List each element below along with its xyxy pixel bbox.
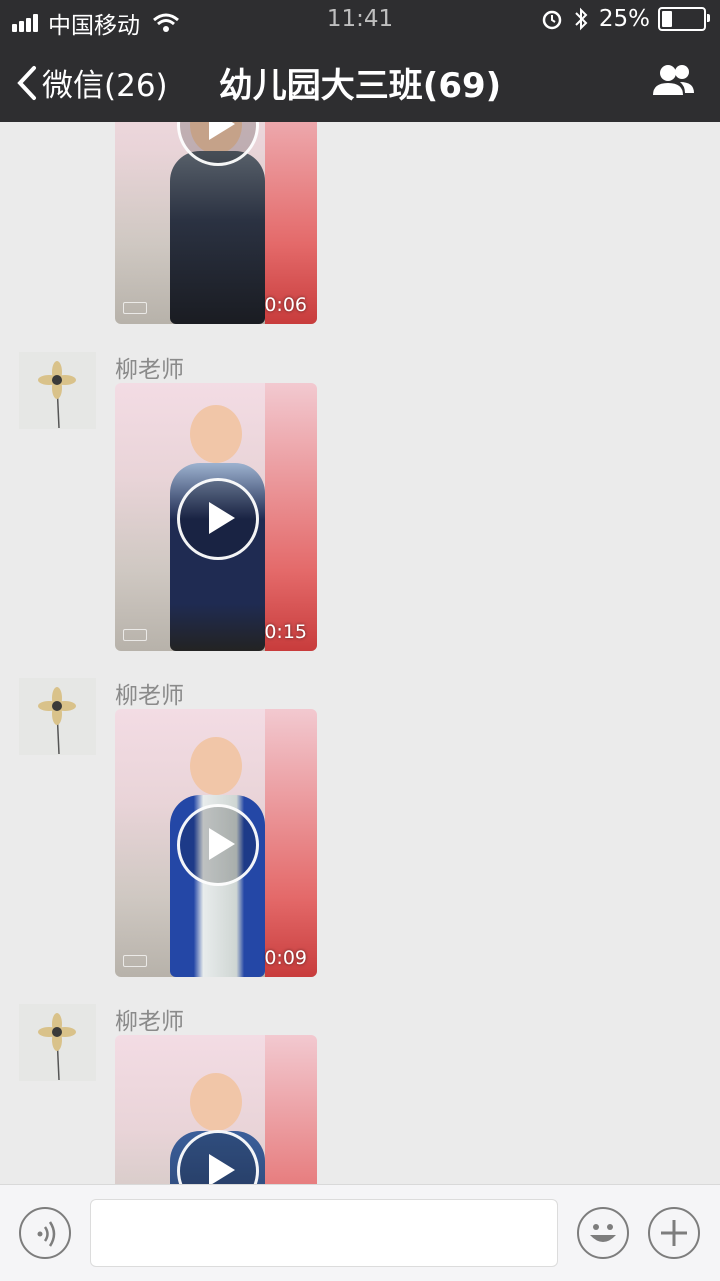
alarm-icon [542, 10, 562, 30]
nav-bar: 微信(26) 幼儿园大三班(69) [0, 40, 720, 122]
top-bar: 中国移动 11:41 25% 微信(26) 幼儿园大三班(69) [0, 0, 720, 122]
emoji-icon [590, 1224, 616, 1242]
video-icon [123, 302, 147, 314]
video-shelf [265, 383, 317, 651]
chat-area[interactable]: 0:06 柳老师 0:15 柳老师 0:09 柳老师 [0, 122, 720, 1184]
battery-icon [658, 7, 710, 31]
video-shelf [265, 1035, 317, 1184]
video-duration: 0:06 [264, 294, 307, 316]
video-message[interactable]: 0:09 [115, 709, 317, 977]
video-message[interactable] [115, 1035, 317, 1184]
voice-icon [37, 1221, 56, 1247]
bluetooth-icon [575, 7, 588, 31]
group-members-icon [653, 65, 694, 95]
emoji-button[interactable] [577, 1207, 629, 1259]
voice-button[interactable] [19, 1207, 71, 1259]
input-bar [0, 1184, 720, 1281]
chat-title: 幼儿园大三班(69) [0, 58, 720, 107]
video-child-head [190, 405, 242, 463]
video-duration: 0:09 [264, 947, 307, 969]
chat-title-text: 幼儿园大三班(69) [218, 66, 502, 106]
video-message[interactable]: 0:06 [115, 122, 317, 324]
status-bar: 中国移动 11:41 25% [0, 0, 720, 40]
avatar[interactable] [19, 1004, 96, 1081]
battery-percent: 25% [598, 6, 650, 32]
play-icon[interactable] [177, 478, 259, 560]
video-icon [123, 955, 147, 967]
video-shelf [265, 709, 317, 977]
sender-name: 柳老师 [115, 357, 184, 383]
sender-name: 柳老师 [115, 683, 184, 709]
video-duration: 0:15 [264, 621, 307, 643]
video-child-head [190, 737, 242, 795]
avatar[interactable] [19, 678, 96, 755]
avatar[interactable] [19, 352, 96, 429]
group-members-button[interactable] [650, 62, 696, 102]
video-child-head [190, 1073, 242, 1131]
video-icon [123, 629, 147, 641]
more-button[interactable] [648, 1207, 700, 1259]
video-child [170, 151, 265, 324]
video-message[interactable]: 0:15 [115, 383, 317, 651]
message-input[interactable] [90, 1199, 558, 1267]
sender-name: 柳老师 [115, 1009, 184, 1035]
play-icon[interactable] [177, 804, 259, 886]
plus-icon [661, 1220, 687, 1246]
